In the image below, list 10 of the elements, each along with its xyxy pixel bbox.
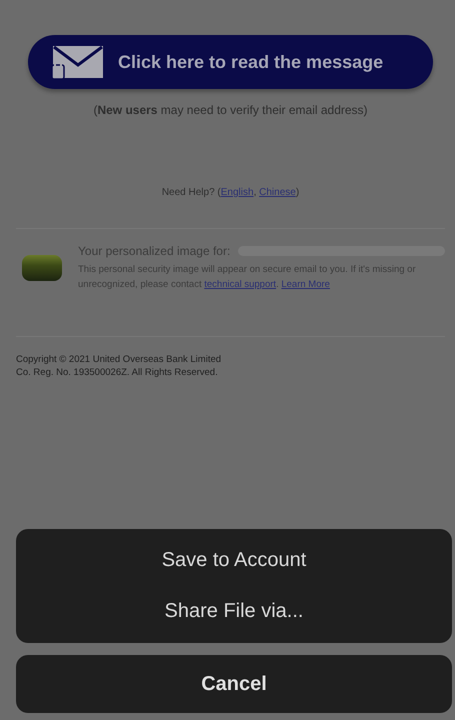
copyright-text: Co. Reg. No. 193500026Z. All Rights Reserved. bbox=[16, 366, 219, 379]
envelope-lock-icon bbox=[52, 45, 104, 79]
action-item[interactable]: Share File via... bbox=[16, 586, 452, 637]
action-item[interactable]: Save to Account bbox=[16, 535, 452, 586]
read-message-button[interactable]: Click here to read the message bbox=[28, 35, 433, 89]
security-image-placeholder bbox=[22, 255, 62, 281]
cancel-button[interactable]: Cancel bbox=[16, 655, 452, 713]
verify-note: (New users may need to verify their email address) bbox=[92, 103, 369, 117]
copyright-text: Copyright © 2021 United Overseas Bank Limited bbox=[16, 353, 222, 366]
help-text: Need Help? (English, Chinese) bbox=[160, 187, 300, 198]
